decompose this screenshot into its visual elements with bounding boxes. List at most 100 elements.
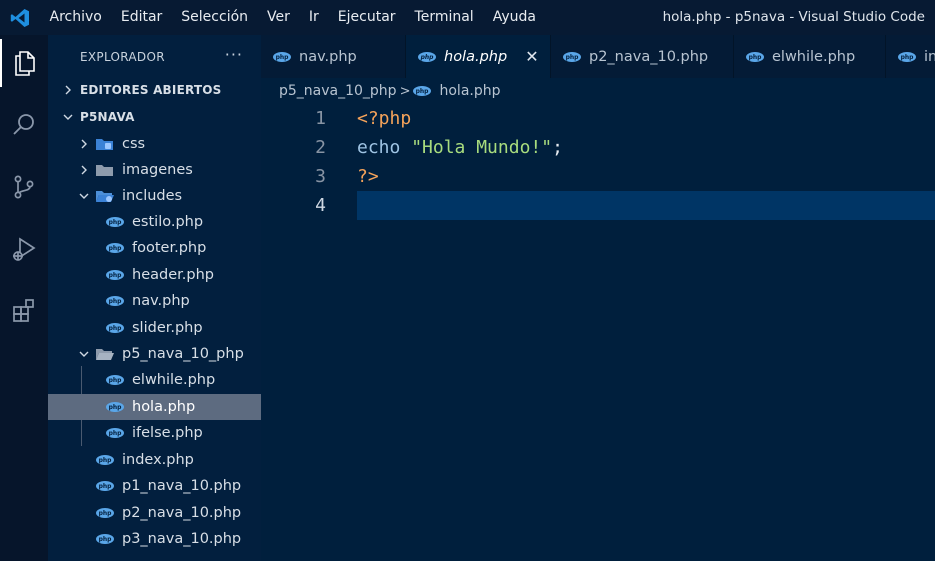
php-file-icon: php bbox=[106, 240, 124, 256]
line-number: 4 bbox=[315, 195, 326, 216]
menu-ejecutar[interactable]: Ejecutar bbox=[328, 0, 405, 35]
source-control-icon bbox=[14, 175, 34, 199]
open-editors-label: EDITORES ABIERTOS bbox=[80, 83, 222, 97]
tree-file-index[interactable]: php index.php bbox=[48, 447, 261, 473]
window-title: hola.php - p5nava - Visual Studio Code bbox=[662, 9, 925, 25]
svg-text:php: php bbox=[99, 483, 113, 490]
menu-ayuda[interactable]: Ayuda bbox=[483, 0, 545, 35]
svg-text:php: php bbox=[109, 430, 123, 437]
activity-run-debug[interactable] bbox=[0, 225, 48, 273]
tree-folder-css[interactable]: css bbox=[48, 131, 261, 157]
tree-label: hola.php bbox=[132, 399, 196, 415]
menu-terminal[interactable]: Terminal bbox=[405, 0, 483, 35]
svg-text:php: php bbox=[109, 325, 123, 332]
folder-open-icon bbox=[96, 346, 114, 362]
code-line[interactable]: 2 echo "Hola Mundo!"; bbox=[261, 133, 935, 162]
activity-source-control[interactable] bbox=[0, 163, 48, 211]
php-file-icon: php bbox=[418, 49, 436, 65]
tree-label: elwhile.php bbox=[132, 372, 216, 388]
breadcrumb-folder[interactable]: p5_nava_10_php bbox=[279, 83, 397, 99]
php-open-tag: <?php bbox=[357, 108, 412, 129]
menu-ir[interactable]: Ir bbox=[299, 0, 328, 35]
tree-label: slider.php bbox=[132, 320, 203, 336]
menu-ver[interactable]: Ver bbox=[258, 0, 300, 35]
extensions-icon bbox=[13, 299, 34, 322]
tree-file-slider[interactable]: php slider.php bbox=[48, 315, 261, 341]
activity-search[interactable] bbox=[0, 101, 48, 149]
chevron-down-icon bbox=[60, 109, 76, 125]
menu-archivo[interactable]: Archivo bbox=[40, 0, 111, 35]
svg-text:php: php bbox=[99, 510, 113, 517]
svg-text:php: php bbox=[566, 54, 580, 61]
tab-hola-php[interactable]: php hola.php ✕ bbox=[406, 35, 551, 78]
project-section[interactable]: P5NAVA bbox=[48, 104, 261, 130]
php-file-icon: php bbox=[96, 505, 114, 521]
tab-elwhile-php[interactable]: php elwhile.php bbox=[734, 35, 886, 78]
activity-bar bbox=[0, 35, 48, 561]
chevron-down-icon bbox=[76, 188, 92, 204]
tree-folder-p5-nava-10-php[interactable]: p5_nava_10_php bbox=[48, 341, 261, 367]
vscode-logo-icon[interactable] bbox=[0, 0, 40, 35]
tree-label: p2_nava_10.php bbox=[122, 505, 242, 521]
tab-index-php[interactable]: php in bbox=[886, 35, 935, 78]
tree-label: nav.php bbox=[132, 293, 190, 309]
tree-file-p3[interactable]: php p3_nava_10.php bbox=[48, 526, 261, 552]
code-text[interactable]: echo "Hola Mundo!"; bbox=[357, 133, 935, 162]
breadcrumb-file[interactable]: hola.php bbox=[439, 83, 500, 99]
code-text[interactable] bbox=[357, 191, 935, 220]
tree-file-estilo[interactable]: php estilo.php bbox=[48, 209, 261, 235]
tree-label: css bbox=[122, 136, 146, 152]
menu-bar: Archivo Editar Selección Ver Ir Ejecutar… bbox=[40, 0, 545, 35]
menu-seleccion[interactable]: Selección bbox=[172, 0, 258, 35]
code-text[interactable]: ?> bbox=[357, 162, 935, 191]
code-line[interactable]: 3 ?> bbox=[261, 162, 935, 191]
tree-file-elwhile[interactable]: php elwhile.php bbox=[48, 367, 261, 393]
chevron-right-icon bbox=[76, 136, 92, 152]
tree-label: ifelse.php bbox=[132, 425, 203, 441]
activity-extensions[interactable] bbox=[0, 287, 48, 335]
project-label: P5NAVA bbox=[80, 110, 135, 124]
tab-label: in bbox=[924, 48, 935, 65]
include-folder-open-icon bbox=[96, 188, 114, 204]
tree-label: p3_nava_10.php bbox=[122, 531, 242, 547]
files-icon bbox=[15, 51, 35, 76]
tab-p2-nava-10-php[interactable]: php p2_nava_10.php bbox=[551, 35, 734, 78]
chevron-down-icon bbox=[76, 346, 92, 362]
tab-label: elwhile.php bbox=[772, 48, 856, 65]
breadcrumb: p5_nava_10_php > php hola.php bbox=[279, 80, 501, 102]
keyword-echo: echo bbox=[357, 137, 401, 158]
chevron-right-icon bbox=[60, 82, 76, 98]
tree-file-hola[interactable]: php hola.php bbox=[48, 394, 261, 420]
php-file-icon: php bbox=[106, 399, 124, 415]
tab-label: nav.php bbox=[299, 48, 357, 65]
tree-file-footer[interactable]: php footer.php bbox=[48, 235, 261, 261]
php-file-icon: php bbox=[96, 531, 114, 547]
run-debug-icon bbox=[13, 237, 36, 261]
php-file-icon: php bbox=[563, 49, 581, 65]
tree-file-p2[interactable]: php p2_nava_10.php bbox=[48, 500, 261, 526]
tree-file-p1[interactable]: php p1_nava_10.php bbox=[48, 473, 261, 499]
tree-file-nav[interactable]: php nav.php bbox=[48, 288, 261, 314]
code-text[interactable]: <?php bbox=[357, 104, 935, 133]
tree-folder-includes[interactable]: includes bbox=[48, 183, 261, 209]
tree-file-header[interactable]: php header.php bbox=[48, 262, 261, 288]
activity-explorer[interactable] bbox=[0, 39, 48, 87]
code-editor[interactable]: 1 <?php 2 echo "Hola Mundo!"; 3 ?> 4 bbox=[261, 102, 935, 561]
tree-folder-imagenes[interactable]: imagenes bbox=[48, 157, 261, 183]
svg-text:php: php bbox=[749, 54, 763, 61]
svg-text:php: php bbox=[109, 219, 123, 226]
close-icon[interactable]: ✕ bbox=[525, 47, 538, 66]
code-line-current[interactable]: 4 bbox=[261, 191, 935, 220]
tree-file-ifelse[interactable]: php ifelse.php bbox=[48, 420, 261, 446]
svg-text:php: php bbox=[901, 54, 915, 61]
open-editors-section[interactable]: EDITORES ABIERTOS bbox=[48, 77, 261, 103]
line-number: 2 bbox=[315, 137, 326, 158]
more-actions-icon[interactable]: ··· bbox=[225, 45, 243, 64]
tab-nav-php[interactable]: php nav.php bbox=[261, 35, 406, 78]
code-line[interactable]: 1 <?php bbox=[261, 104, 935, 133]
php-file-icon: php bbox=[96, 478, 114, 494]
php-file-icon: php bbox=[106, 320, 124, 336]
tree-label: includes bbox=[122, 188, 183, 204]
tree-label: footer.php bbox=[132, 240, 207, 256]
menu-editar[interactable]: Editar bbox=[111, 0, 171, 35]
